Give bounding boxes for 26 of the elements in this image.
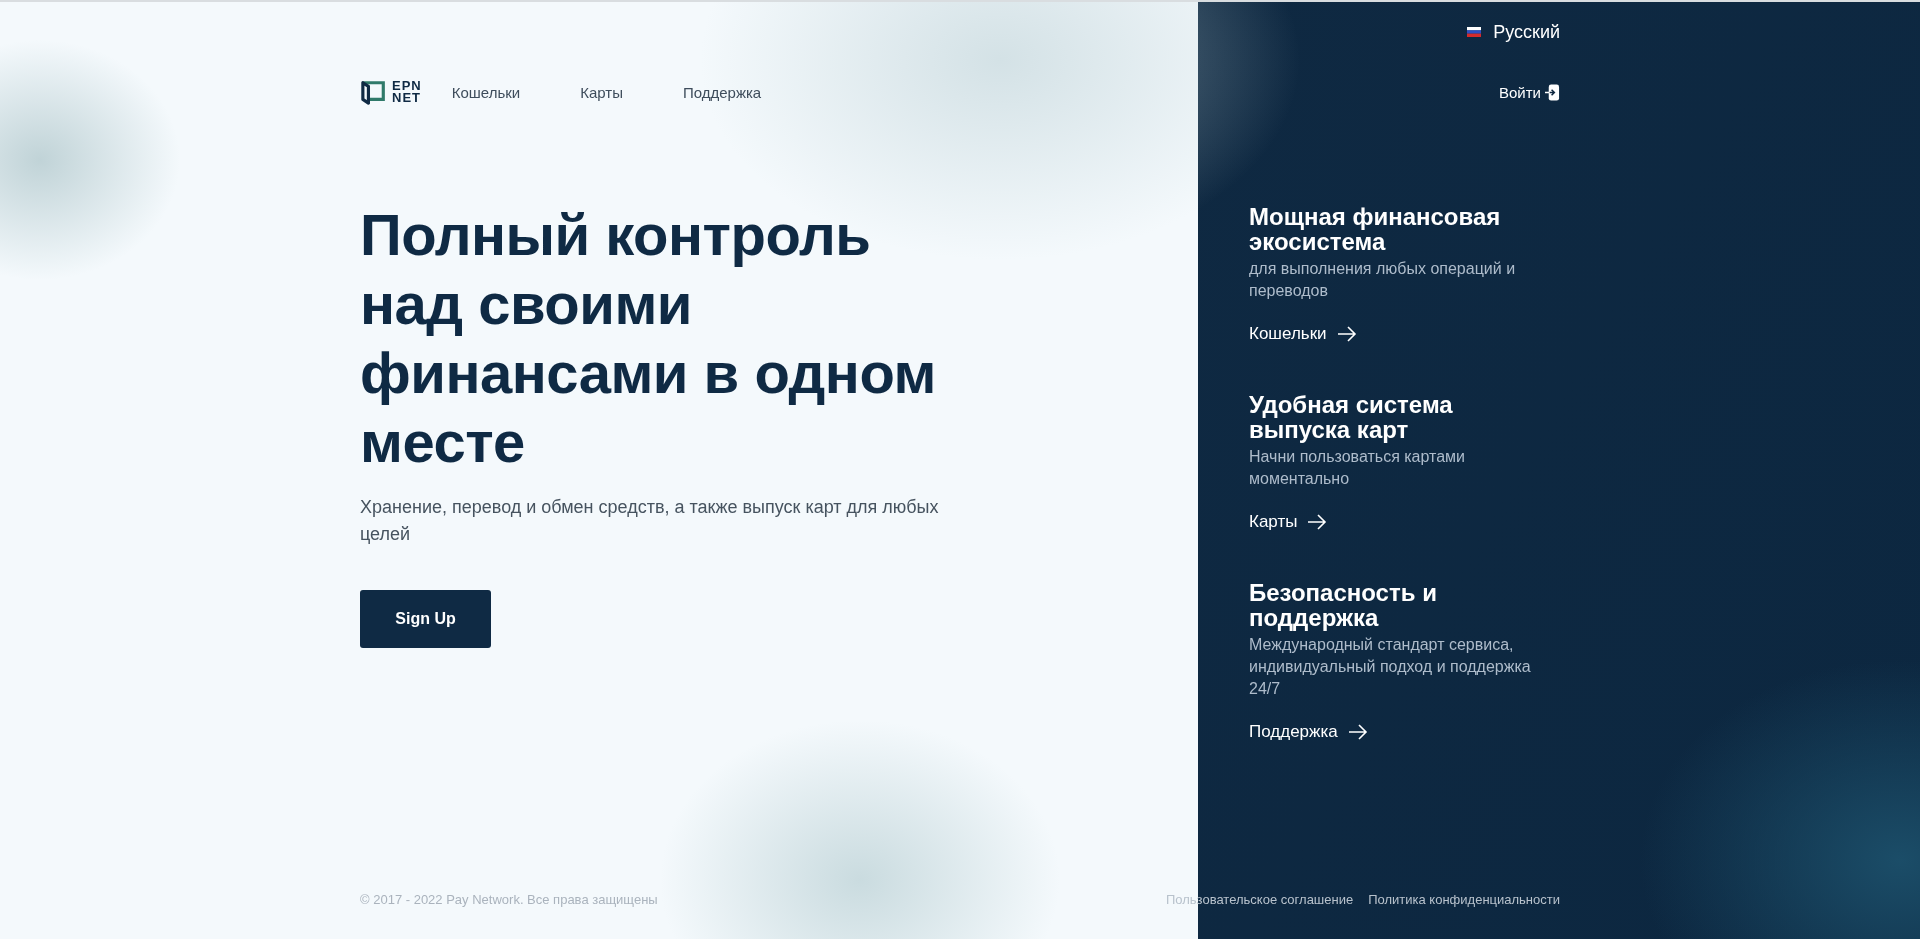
logo-icon (360, 79, 388, 105)
feature-description: Начни пользоваться картами моментально (1249, 447, 1466, 489)
feature-title: Мощная финансовая экосистема (1249, 204, 1502, 254)
feature-description: для выполнения любых операций и переводов (1249, 259, 1517, 301)
nav-link[interactable]: Поддержка (682, 83, 762, 101)
arrow-right-icon (1347, 724, 1368, 740)
language-selector[interactable]: Русский (1467, 20, 1560, 44)
hero-subtitle: Хранение, перевод и обмен средств, а также выпуск карт для любых целей (360, 496, 940, 546)
logo[interactable]: EPN NET (360, 79, 422, 105)
hero-heading: Полный контроль над своими финансами в одном месте (360, 201, 937, 476)
login-icon (1545, 83, 1560, 101)
nav-link[interactable]: Карты (580, 83, 623, 101)
nav-link[interactable]: Кошельки (451, 83, 521, 101)
feature-title: Безопасность и поддержка (1249, 580, 1438, 630)
feature-link[interactable]: Кошельки (1249, 324, 1357, 344)
feature-link[interactable]: Поддержка (1249, 722, 1368, 742)
sign-up-button[interactable]: Sign Up (360, 590, 491, 648)
footer-link[interactable]: Политика конфиденциальности (1368, 891, 1560, 907)
feature-link[interactable]: Карты (1249, 512, 1328, 532)
arrow-right-icon (1336, 326, 1357, 342)
login-link[interactable]: Войти (1499, 83, 1560, 101)
copyright-text: © 2017 - 2022 Pay Network. Все права защищены (360, 891, 658, 907)
flag-icon (1467, 27, 1482, 37)
feature-title: Удобная система выпуска карт (1249, 392, 1454, 442)
arrow-right-icon (1307, 514, 1328, 530)
feature-description: Международный стандарт сервиса, индивидуальный подход и поддержка 24/7 (1249, 635, 1532, 699)
